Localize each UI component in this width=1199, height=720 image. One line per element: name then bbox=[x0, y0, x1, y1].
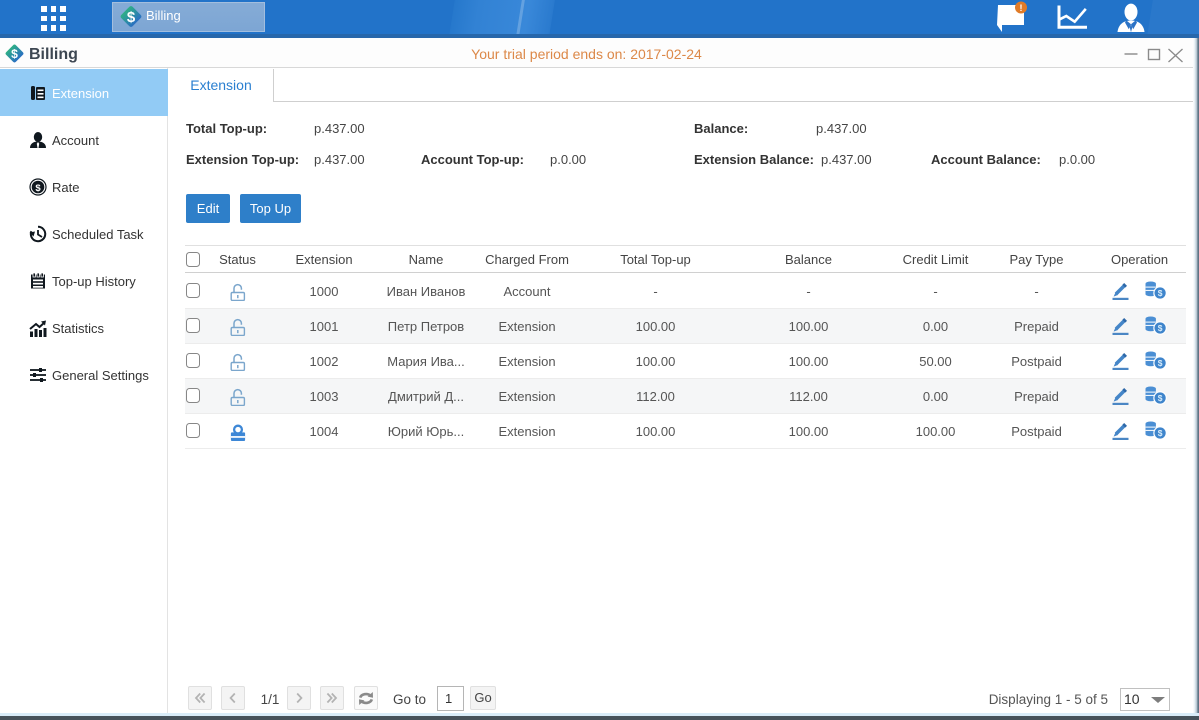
svg-text:$: $ bbox=[1158, 358, 1163, 368]
svg-text:$: $ bbox=[127, 9, 136, 26]
svg-text:!: ! bbox=[1020, 3, 1023, 13]
svg-text:$: $ bbox=[1158, 288, 1163, 298]
svg-text:$: $ bbox=[1158, 323, 1163, 333]
svg-text:$: $ bbox=[1158, 393, 1163, 403]
svg-text:$: $ bbox=[35, 183, 41, 194]
svg-text:$: $ bbox=[1158, 428, 1163, 438]
